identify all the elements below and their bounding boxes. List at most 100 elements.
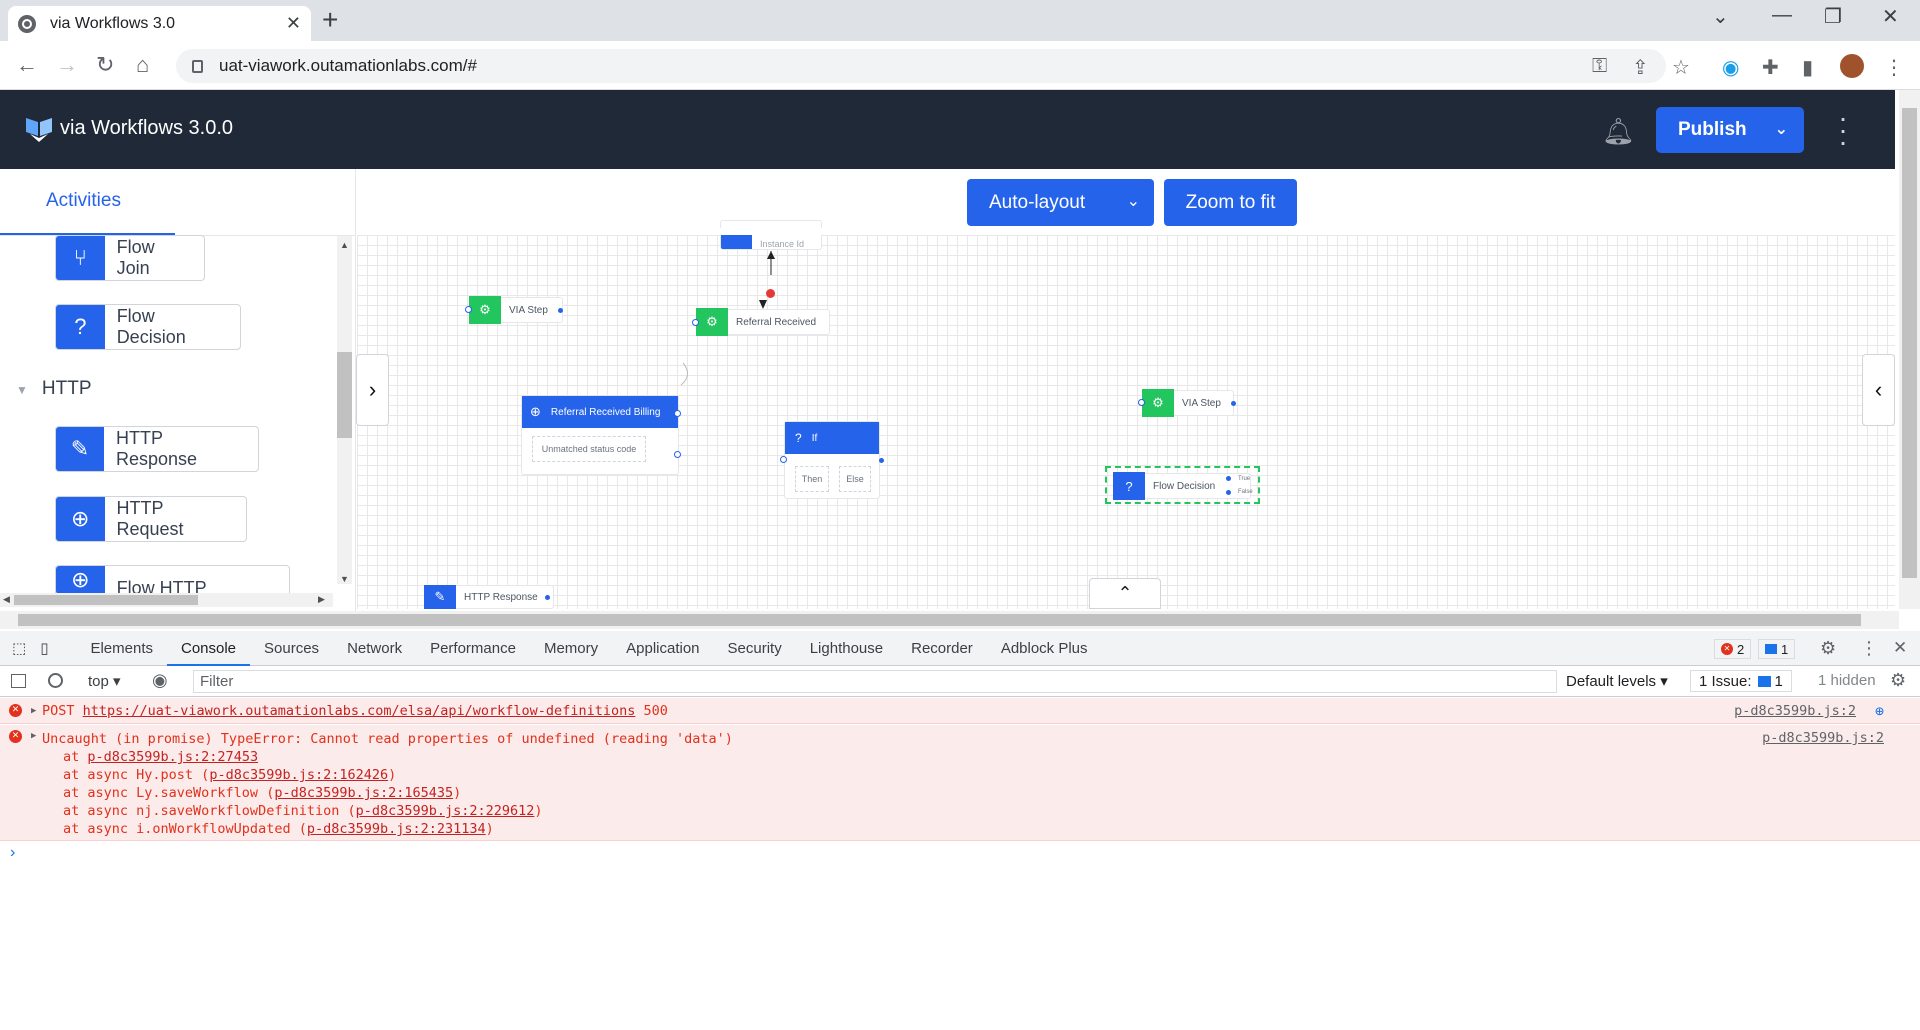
tab-application[interactable]: Application — [612, 640, 713, 657]
node-http-response[interactable]: ✎ HTTP Response — [424, 585, 554, 609]
sidebar-toggle-icon[interactable] — [11, 674, 26, 688]
activity-flow-decision[interactable]: ? Flow Decision — [55, 304, 241, 350]
avatar[interactable] — [1840, 54, 1864, 78]
tab-memory[interactable]: Memory — [530, 640, 612, 657]
context-select[interactable]: top ▾ — [88, 672, 121, 690]
request-url-link[interactable]: https://uat-viawork.outamationlabs.com/e… — [83, 703, 636, 719]
console-filter-input[interactable]: Filter — [193, 670, 1557, 693]
close-devtools-icon[interactable]: ✕ — [1893, 638, 1907, 658]
more-icon[interactable]: ⋮ — [1860, 638, 1878, 659]
eye-icon[interactable]: ◉ — [152, 670, 168, 691]
tab-console[interactable]: Console — [166, 631, 251, 666]
stack-link[interactable]: p-d8c3599b.js:2:162426 — [209, 767, 388, 783]
tab-activities[interactable]: Activities — [46, 190, 121, 212]
log-levels-select[interactable]: Default levels ▾ — [1566, 672, 1668, 690]
key-icon[interactable]: ⚿ — [1592, 55, 1607, 78]
forward-arrow-icon[interactable]: → — [56, 52, 78, 78]
stack-link[interactable]: p-d8c3599b.js:2:231134 — [307, 821, 486, 837]
output-port[interactable] — [1226, 476, 1231, 481]
node-if[interactable]: ? If Then Else — [784, 421, 880, 499]
share-icon[interactable]: ⇪ — [1632, 55, 1649, 80]
outcome-then[interactable]: Then — [795, 466, 829, 492]
restore-icon[interactable]: ❐ — [1824, 4, 1842, 29]
scroll-down-icon[interactable]: ▼ — [340, 574, 349, 584]
new-tab-button[interactable]: + — [322, 6, 338, 34]
node-via-step[interactable]: ⚙ VIA Step — [469, 296, 563, 324]
puzzle-icon[interactable]: ✚ — [1762, 55, 1779, 80]
close-window-icon[interactable]: ✕ — [1882, 4, 1899, 29]
node-instance-id[interactable]: Instance Id — [720, 220, 822, 250]
tab-lighthouse[interactable]: Lighthouse — [796, 640, 897, 657]
input-port[interactable] — [465, 306, 472, 313]
scroll-up-icon[interactable]: ▲ — [340, 240, 349, 250]
sidebar-scroll-thumb[interactable] — [337, 352, 352, 438]
page-h-scroll-thumb[interactable] — [18, 614, 1861, 626]
stack-link[interactable]: p-d8c3599b.js:2:165435 — [274, 785, 453, 801]
page-scroll-thumb[interactable] — [1902, 108, 1917, 578]
activity-flow-http-request[interactable]: ⊕ Flow HTTP Request — [55, 565, 290, 593]
outcome-true[interactable]: True — [1238, 476, 1250, 482]
input-port[interactable] — [692, 319, 699, 326]
address-bar[interactable]: uat-viawork.outamationlabs.com/# — [176, 49, 1666, 83]
activity-http-response[interactable]: ✎ HTTP Response — [55, 426, 259, 472]
device-icon[interactable]: ▯ — [40, 639, 76, 657]
output-port[interactable] — [545, 595, 550, 600]
outcome-unmatched-status[interactable]: Unmatched status code — [532, 436, 646, 462]
browser-tab[interactable]: via Workflows 3.0 ✕ — [8, 6, 311, 41]
category-http[interactable]: ▼ HTTP — [16, 378, 92, 400]
back-arrow-icon[interactable]: ← — [16, 52, 38, 78]
node-referral-received-billing[interactable]: ⊕ Referral Received Billing Unmatched st… — [521, 395, 679, 475]
auto-layout-button[interactable]: Auto-layout ⌄ — [967, 179, 1154, 226]
more-options-icon[interactable]: · · · — [1836, 104, 1850, 156]
error-count-badge[interactable]: ✕ 2 — [1714, 639, 1752, 659]
star-icon[interactable]: ☆ — [1672, 55, 1690, 80]
activity-http-request[interactable]: ⊕ HTTP Request — [55, 496, 247, 542]
extension-icon[interactable]: ◉ — [1722, 55, 1739, 80]
tab-elements[interactable]: Elements — [76, 640, 167, 657]
output-port[interactable] — [674, 410, 681, 417]
output-port[interactable] — [1226, 490, 1231, 495]
sidebar-h-scroll-thumb[interactable] — [14, 595, 198, 605]
stack-link[interactable]: p-d8c3599b.js:2:27453 — [87, 749, 258, 765]
tab-security[interactable]: Security — [714, 640, 796, 657]
console-prompt[interactable]: › — [10, 844, 15, 862]
bell-icon[interactable]: 🔔︎ — [1602, 116, 1635, 147]
scroll-left-icon[interactable]: ◀ — [3, 594, 10, 605]
tab-recorder[interactable]: Recorder — [897, 640, 987, 657]
clear-console-icon[interactable] — [48, 673, 63, 688]
output-port[interactable] — [674, 451, 681, 458]
publish-button[interactable]: Publish ⌄ — [1656, 107, 1804, 153]
menu-icon[interactable]: ⋮ — [1884, 55, 1904, 80]
tab-sources[interactable]: Sources — [250, 640, 333, 657]
scroll-right-icon[interactable]: ▶ — [318, 594, 325, 605]
minimize-icon[interactable]: — — [1772, 4, 1792, 27]
expand-triangle-icon[interactable]: ▶ — [31, 731, 36, 741]
chevron-down-icon[interactable]: ⌄ — [1775, 119, 1788, 139]
issues-button[interactable]: 1 Issue: 1 — [1690, 670, 1792, 692]
node-flow-decision[interactable]: ? Flow Decision True False — [1105, 466, 1260, 504]
console-settings-icon[interactable]: ⚙ — [1890, 670, 1906, 691]
zoom-to-fit-button[interactable]: Zoom to fit — [1164, 179, 1297, 226]
close-icon[interactable]: ✕ — [286, 13, 301, 34]
tab-adblock-plus[interactable]: Adblock Plus — [987, 640, 1102, 657]
output-port[interactable] — [1231, 401, 1236, 406]
outcome-false[interactable]: False — [1238, 489, 1253, 495]
input-port[interactable] — [780, 456, 787, 463]
input-port[interactable] — [1138, 399, 1145, 406]
source-link[interactable]: p-d8c3599b.js:2 — [1762, 730, 1884, 746]
outcome-else[interactable]: Else — [839, 466, 871, 492]
message-count-badge[interactable]: 1 — [1758, 639, 1796, 659]
output-port[interactable] — [558, 308, 563, 313]
chevron-down-icon[interactable]: ⌄ — [1712, 4, 1729, 29]
network-icon[interactable]: ⊕ — [1875, 698, 1884, 724]
reload-icon[interactable]: ↻ — [96, 52, 114, 78]
collapse-panel-button[interactable]: ⌃ — [1089, 578, 1161, 609]
source-link[interactable]: p-d8c3599b.js:2 — [1734, 698, 1856, 724]
inspect-icon[interactable]: ⬚ — [0, 639, 40, 657]
home-icon[interactable]: ⌂ — [136, 52, 149, 78]
output-port[interactable] — [879, 458, 884, 463]
tab-performance[interactable]: Performance — [416, 640, 530, 657]
node-referral-received[interactable]: ⚙ Referral Received — [696, 308, 830, 336]
chevron-down-icon[interactable]: ⌄ — [1127, 191, 1140, 211]
activity-flow-join[interactable]: ⑂ Flow Join — [55, 235, 205, 281]
